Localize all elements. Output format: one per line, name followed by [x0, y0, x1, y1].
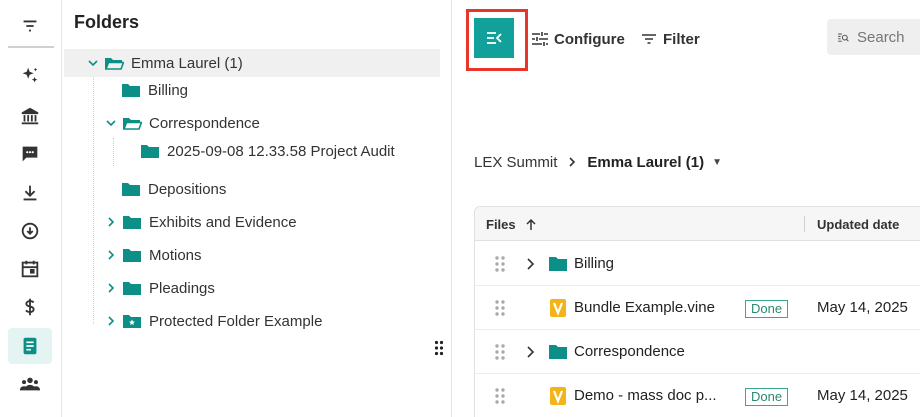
document-icon[interactable] — [8, 328, 52, 364]
sliders-icon — [532, 32, 548, 46]
drag-handle-icon[interactable] — [434, 340, 444, 356]
search-box[interactable] — [827, 19, 920, 55]
file-name[interactable]: Correspondence — [574, 343, 685, 360]
tree-item-exhibits-and-evidence[interactable]: Exhibits and Evidence — [104, 208, 297, 236]
folder-icon — [122, 214, 142, 230]
chevron-right-icon — [569, 157, 576, 167]
tree-item-motions[interactable]: Motions — [104, 241, 202, 269]
drag-grip-icon[interactable] — [494, 255, 506, 273]
sparkle-icon[interactable] — [8, 58, 52, 94]
main-area: Configure Filter LEX Summit Emma Laurel … — [452, 0, 920, 417]
filter-icon[interactable] — [8, 8, 52, 44]
drag-grip-icon[interactable] — [494, 387, 506, 405]
tree-guide — [113, 138, 114, 166]
status-badge: Done — [745, 300, 789, 318]
file-name[interactable]: Billing — [574, 255, 614, 272]
column-header-updated-date[interactable]: Updated date — [817, 217, 899, 232]
tree-item-label: Protected Folder Example — [149, 312, 323, 330]
vine-file-icon — [550, 299, 566, 317]
folder-icon — [121, 181, 141, 197]
chevron-right-icon[interactable] — [104, 281, 118, 295]
table-row[interactable]: Correspondence — [475, 330, 920, 374]
table-row[interactable]: Billing — [475, 242, 920, 286]
tree-item-correspondence[interactable]: Correspondence — [104, 109, 260, 137]
tree-item-emma-laurel[interactable]: Emma Laurel (1) — [64, 49, 440, 77]
vine-file-icon — [550, 387, 566, 405]
chevron-right-icon[interactable] — [524, 345, 536, 359]
table-header: Files Updated date — [475, 207, 920, 241]
bank-icon[interactable] — [8, 98, 52, 134]
files-table: Files Updated date Billing Bundle Exampl… — [474, 206, 920, 417]
tree-item-protected-folder-example[interactable]: Protected Folder Example — [104, 307, 322, 335]
tree-item-label: Motions — [149, 246, 202, 264]
updated-date: May 14, 2025 — [817, 387, 908, 404]
configure-button[interactable]: Configure — [530, 26, 625, 52]
sort-ascending-icon[interactable] — [524, 218, 538, 232]
folders-panel: Folders Emma Laurel (1) Billing Correspo… — [62, 0, 452, 417]
collapse-panel-icon — [487, 32, 502, 44]
chevron-down-icon[interactable] — [104, 116, 118, 130]
chevron-right-icon[interactable] — [104, 215, 118, 229]
folder-icon — [122, 247, 142, 263]
tree-guide — [93, 76, 94, 324]
chevron-down-icon[interactable] — [86, 56, 100, 70]
toggle-folders-panel-button[interactable] — [474, 18, 514, 58]
tree-item-label: Billing — [148, 81, 189, 99]
tree-item-pleadings[interactable]: Pleadings — [104, 274, 215, 302]
caret-down-icon[interactable]: ▼ — [712, 157, 722, 168]
filter-label: Filter — [663, 30, 700, 48]
folder-icon — [549, 345, 567, 359]
breadcrumb-root[interactable]: LEX Summit — [474, 154, 557, 171]
drag-grip-icon[interactable] — [494, 343, 506, 361]
breadcrumb: LEX Summit Emma Laurel (1) ▼ — [474, 152, 722, 172]
column-label-files: Files — [486, 217, 516, 232]
chevron-right-icon[interactable] — [104, 314, 118, 328]
tree-item-label: 2025-09-08 12.33.58 Project Audit — [167, 142, 395, 160]
table-row[interactable]: Demo - mass doc p... Done May 14, 2025 — [475, 374, 920, 417]
search-icon — [838, 33, 849, 42]
column-header-files[interactable]: Files — [486, 217, 538, 232]
search-input[interactable] — [857, 28, 920, 46]
dollar-icon[interactable] — [8, 289, 52, 325]
tree-item-label: Correspondence — [149, 114, 260, 132]
tree-item-label: Depositions — [148, 180, 227, 198]
folder-icon — [122, 280, 142, 296]
folder-open-icon — [122, 115, 142, 131]
download-icon[interactable] — [8, 175, 52, 211]
tree-item-depositions[interactable]: Depositions — [121, 175, 226, 203]
chevron-right-icon[interactable] — [104, 248, 118, 262]
folder-icon — [121, 82, 141, 98]
left-rail — [0, 0, 62, 417]
folder-icon — [140, 143, 160, 159]
tree-item-billing[interactable]: Billing — [121, 76, 188, 104]
tree-item-label: Pleadings — [149, 279, 215, 297]
protected-folder-icon — [122, 313, 142, 329]
file-name[interactable]: Bundle Example.vine — [574, 299, 715, 316]
configure-label: Configure — [554, 30, 625, 48]
filter-button[interactable]: Filter — [639, 26, 700, 52]
rail-divider — [8, 46, 54, 48]
folder-icon — [549, 257, 567, 271]
status-badge: Done — [745, 388, 789, 406]
breadcrumb-current[interactable]: Emma Laurel (1) — [587, 154, 704, 171]
file-name[interactable]: Demo - mass doc p... — [574, 387, 717, 404]
chevron-right-icon[interactable] — [524, 257, 536, 271]
column-resize-handle[interactable] — [804, 216, 805, 232]
tree-item-label: Emma Laurel (1) — [131, 54, 243, 72]
people-icon[interactable] — [8, 366, 52, 402]
tree-item-label: Exhibits and Evidence — [149, 213, 297, 231]
chat-icon[interactable] — [8, 136, 52, 172]
filter-icon — [642, 34, 656, 44]
tree-item-project-audit[interactable]: 2025-09-08 12.33.58 Project Audit — [140, 137, 395, 165]
folders-title: Folders — [74, 12, 140, 32]
updated-date: May 14, 2025 — [817, 299, 908, 316]
circle-download-icon[interactable] — [8, 213, 52, 249]
calendar-icon[interactable] — [8, 251, 52, 287]
drag-grip-icon[interactable] — [494, 299, 506, 317]
table-row[interactable]: Bundle Example.vine Done May 14, 2025 — [475, 286, 920, 330]
folder-open-icon — [104, 55, 124, 71]
